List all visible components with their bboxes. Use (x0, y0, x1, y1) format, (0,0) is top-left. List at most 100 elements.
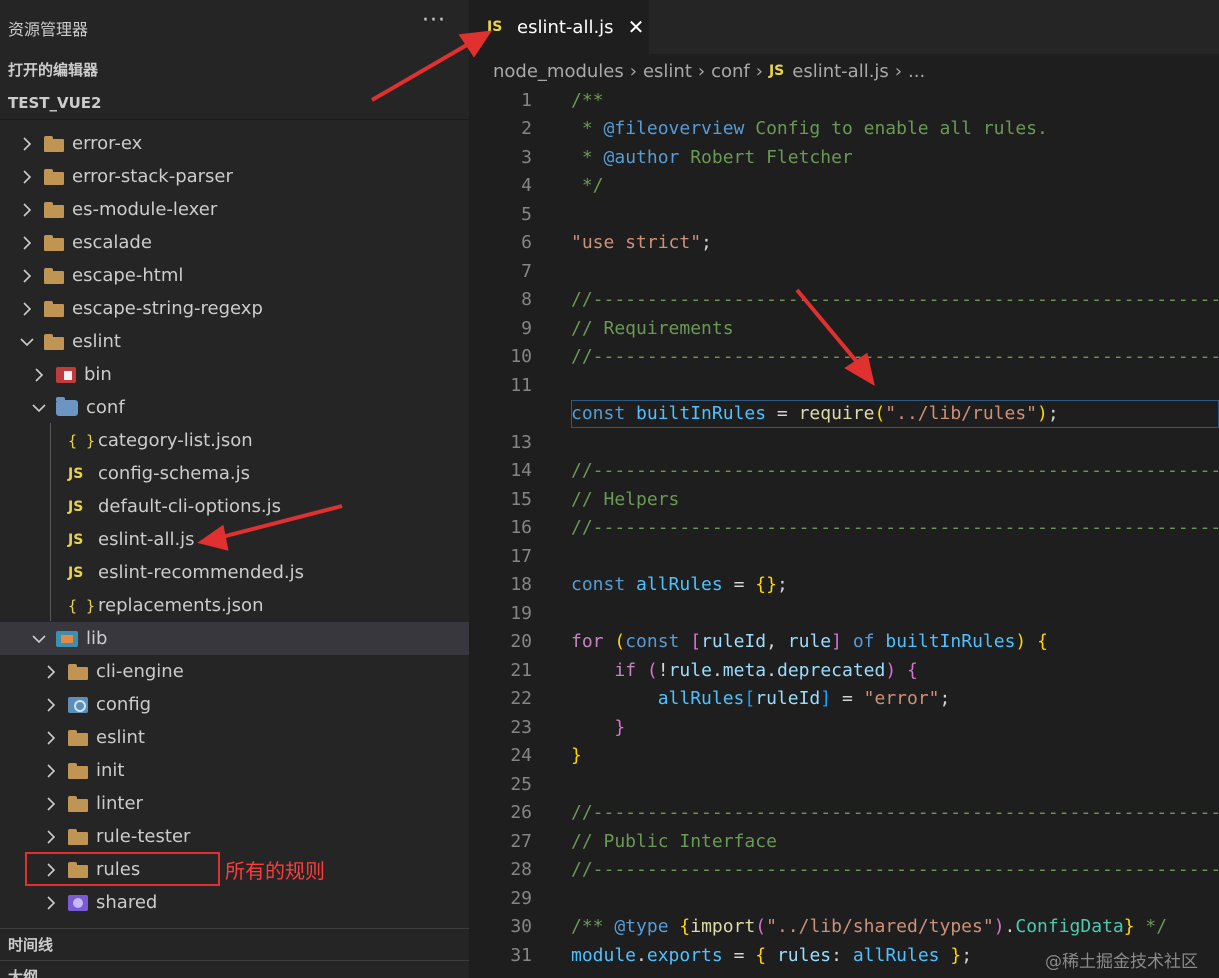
line-number: 17 (510, 545, 532, 567)
code-line: //--------------------------------------… (571, 517, 1219, 538)
tree-item[interactable]: { } category-list.json (0, 424, 469, 457)
js-icon: JS (68, 498, 84, 515)
chevron-right-icon[interactable] (44, 829, 58, 844)
code-line: */ (571, 175, 604, 196)
tree-item[interactable]: init (0, 754, 469, 787)
project-section[interactable]: TEST_VUE2 (0, 87, 469, 120)
js-icon: JS (68, 465, 84, 482)
tree-item-label: default-cli-options.js (98, 496, 281, 517)
chevron-down-icon[interactable] (32, 401, 46, 415)
folder-icon (44, 300, 64, 317)
config-folder-icon (56, 396, 78, 416)
folder-icon (44, 234, 64, 251)
tree-item[interactable]: rule-tester (0, 820, 469, 853)
open-editors-section[interactable]: 打开的编辑器 (0, 54, 469, 87)
tree-item-label: error-ex (72, 133, 143, 154)
tree-item-label: bin (84, 364, 112, 385)
chevron-right-icon[interactable] (20, 136, 34, 151)
tree-item[interactable]: escape-string-regexp (0, 292, 469, 325)
breadcrumb-item[interactable]: conf (711, 61, 750, 82)
tree-item[interactable]: shared (0, 886, 469, 919)
tree-item[interactable]: error-stack-parser (0, 160, 469, 193)
folder-icon (44, 135, 64, 152)
chevron-right-icon[interactable] (44, 730, 58, 745)
chevron-right-icon[interactable] (20, 268, 34, 283)
code-line: * @fileoverview Config to enable all rul… (571, 118, 1048, 139)
tree-item[interactable]: { } replacements.json (0, 589, 469, 622)
config-gear-folder-icon (68, 696, 88, 713)
chevron-down-icon[interactable] (32, 632, 46, 646)
code-line: "use strict"; (571, 232, 712, 253)
tree-item[interactable]: JS config-schema.js (0, 457, 469, 490)
annotation-text: 所有的规则 (225, 859, 325, 883)
code-line: module.exports = { rules: allRules }; (571, 944, 973, 966)
indent-guide (50, 423, 51, 621)
chevron-right-icon[interactable] (20, 202, 34, 217)
chevron-right-icon[interactable] (20, 301, 34, 316)
close-icon[interactable]: ✕ (628, 15, 645, 39)
chevron-down-icon[interactable] (20, 335, 34, 349)
code-line: //--------------------------------------… (571, 460, 1219, 481)
tree-item-label: shared (96, 892, 158, 913)
breadcrumb-item[interactable]: node_modules (493, 61, 624, 82)
tree-item-label: eslint-recommended.js (98, 562, 304, 583)
tree-item[interactable]: lib (0, 622, 469, 655)
js-icon: JS (68, 564, 84, 581)
breadcrumb-more[interactable]: ... (908, 61, 925, 82)
tree-item[interactable]: escalade (0, 226, 469, 259)
tree-item-label: config-schema.js (98, 463, 250, 484)
more-actions-icon[interactable]: ··· (422, 8, 446, 33)
tree-item[interactable]: es-module-lexer (0, 193, 469, 226)
tree-item[interactable]: bin (0, 358, 469, 391)
tree-item[interactable]: linter (0, 787, 469, 820)
shared-folder-icon (68, 894, 88, 911)
code-editor[interactable]: 1234567891011121314151617181920212223242… (469, 86, 1219, 978)
tree-item[interactable]: escape-html (0, 259, 469, 292)
outline-section[interactable]: 大纲 (0, 960, 469, 978)
breadcrumb-item[interactable]: eslint (643, 61, 692, 82)
bin-folder-icon (56, 366, 76, 383)
tree-item-label: error-stack-parser (72, 166, 233, 187)
code-line: allRules[ruleId] = "error"; (657, 688, 951, 709)
code-line: //--------------------------------------… (571, 289, 1219, 310)
chevron-right-icon: › (755, 60, 763, 82)
chevron-right-icon[interactable] (32, 367, 46, 382)
tree-item[interactable]: conf (0, 391, 469, 424)
chevron-right-icon[interactable] (44, 697, 58, 712)
explorer-title: 资源管理器 (8, 20, 89, 39)
chevron-right-icon[interactable] (20, 235, 34, 250)
tree-item[interactable]: eslint (0, 721, 469, 754)
timeline-section[interactable]: 时间线 (0, 928, 469, 961)
chevron-right-icon[interactable] (44, 895, 58, 910)
js-icon: JS (68, 531, 84, 548)
tree-item-label: init (96, 760, 125, 781)
tree-item-label: conf (86, 397, 125, 418)
tree-item[interactable]: cli-engine (0, 655, 469, 688)
breadcrumb-file[interactable]: eslint-all.js (792, 61, 889, 82)
chevron-right-icon[interactable] (44, 796, 58, 811)
chevron-right-icon[interactable] (44, 664, 58, 679)
tree-item-label: lib (86, 628, 108, 649)
js-file-icon: JS (768, 63, 785, 79)
tree-item[interactable]: eslint (0, 325, 469, 358)
code-line: const allRules = {}; (571, 574, 788, 595)
line-number: 11 (510, 374, 532, 396)
code-line: // Helpers (571, 488, 680, 510)
folder-icon (68, 795, 88, 812)
chevron-right-icon[interactable] (20, 169, 34, 184)
tree-item[interactable]: JS eslint-recommended.js (0, 556, 469, 589)
tab-eslint-all[interactable]: JS eslint-all.js ✕ (469, 0, 649, 54)
chevron-right-icon[interactable] (44, 763, 58, 778)
folder-icon (68, 729, 88, 746)
lib-folder-icon (56, 630, 78, 647)
tree-item[interactable]: error-ex (0, 127, 469, 160)
tree-item[interactable]: config (0, 688, 469, 721)
json-icon: { } (68, 431, 96, 450)
current-line-highlight (571, 400, 1219, 428)
tree-item[interactable]: JS eslint-all.js (0, 523, 469, 556)
tree-item[interactable]: JS default-cli-options.js (0, 490, 469, 523)
